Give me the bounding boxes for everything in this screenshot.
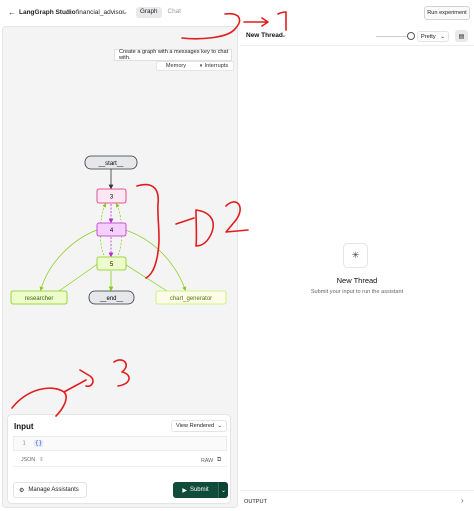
- edge-5-chart: [122, 262, 168, 292]
- edge-4-chart: [124, 229, 187, 291]
- input-panel: Input View Rendered ⌄ 1 {} JSON ⇕ RAW ⧉ …: [7, 414, 231, 504]
- pause-icon: ⏸: [199, 62, 203, 69]
- editor-code[interactable]: {}: [34, 440, 44, 447]
- submit-label: Submit: [189, 487, 209, 493]
- tooltip: Create a graph with a messages key to ch…: [114, 49, 232, 61]
- view-mode-label: View Rendered: [176, 423, 215, 429]
- output-label: OUTPUT: [244, 499, 267, 505]
- edge-5-researcher: [58, 262, 100, 292]
- empty-state-title: New Thread: [336, 276, 378, 285]
- node-researcher-label: researcher: [25, 296, 54, 302]
- chevron-down-icon: ⌄: [440, 33, 445, 40]
- submit-button[interactable]: ▶ Submit: [173, 482, 218, 498]
- line-number: 1: [22, 440, 26, 447]
- view-tabs: Graph Chat: [136, 7, 185, 18]
- raw-toggle[interactable]: RAW: [201, 458, 213, 464]
- memory-toggle[interactable]: Memory: [157, 62, 195, 70]
- interrupts-toggle[interactable]: ⏸ Interrupts: [195, 62, 233, 70]
- tab-chat[interactable]: Chat: [164, 7, 185, 18]
- json-editor[interactable]: 1 {}: [13, 436, 227, 451]
- input-title: Input: [14, 422, 34, 431]
- chevron-down-icon: ⌄: [217, 423, 222, 429]
- play-icon: ▶: [182, 487, 187, 494]
- thread-title[interactable]: New Thread: [246, 32, 283, 39]
- gear-icon: ⚙: [19, 487, 25, 494]
- breadcrumb-separator: /: [66, 9, 68, 16]
- project-name[interactable]: financial_advisor: [76, 9, 124, 16]
- node-start-label: __start__: [97, 161, 124, 167]
- thread-header: New Thread ⌄ Pretty ⌄ ▤: [240, 26, 474, 46]
- copy-icon[interactable]: ⧉: [217, 457, 221, 464]
- memory-label: Memory: [165, 63, 187, 69]
- chevron-right-icon[interactable]: ›: [461, 496, 464, 505]
- chevron-updown-icon[interactable]: ⇕: [39, 457, 43, 463]
- edge-4-researcher: [39, 229, 98, 292]
- output-bar[interactable]: OUTPUT ›: [240, 490, 474, 511]
- interrupts-label: Interrupts: [204, 63, 229, 69]
- back-arrow-icon[interactable]: ←: [8, 8, 16, 17]
- chevron-down-icon[interactable]: ⌄: [122, 8, 128, 16]
- manage-assistants-button[interactable]: ⚙ Manage Assistants: [13, 482, 87, 498]
- format-label[interactable]: JSON: [21, 457, 35, 463]
- node-chart-generator-label: chart_generator: [170, 296, 212, 302]
- view-mode-select[interactable]: View Rendered ⌄: [171, 420, 227, 432]
- chevron-down-icon: ⌄: [220, 487, 227, 494]
- layout-icon: ▤: [458, 33, 465, 40]
- top-bar: ← LangGraph Studio / financial_advisor ⌄…: [0, 0, 474, 26]
- view-format-label: Pretty: [421, 33, 436, 40]
- format-row: JSON ⇕ RAW ⧉: [13, 454, 227, 467]
- tab-graph[interactable]: Graph: [136, 7, 162, 18]
- view-format-select[interactable]: Pretty ⌄: [417, 31, 449, 42]
- sparkle-icon: ✳: [343, 243, 368, 268]
- empty-state-subtitle: Submit your input to run the assistant: [310, 289, 404, 295]
- graph-toggles: Memory ⏸ Interrupts: [156, 61, 234, 71]
- submit-options-button[interactable]: ⌄: [218, 482, 228, 498]
- chevron-down-icon[interactable]: ⌄: [281, 31, 287, 39]
- zoom-slider-handle[interactable]: [407, 32, 415, 40]
- node-end-label: __end__: [99, 296, 124, 302]
- manage-assistants-label: Manage Assistants: [28, 487, 79, 493]
- panel-layout-button[interactable]: ▤: [455, 30, 468, 42]
- run-experiment-button[interactable]: Run experiment: [424, 6, 470, 20]
